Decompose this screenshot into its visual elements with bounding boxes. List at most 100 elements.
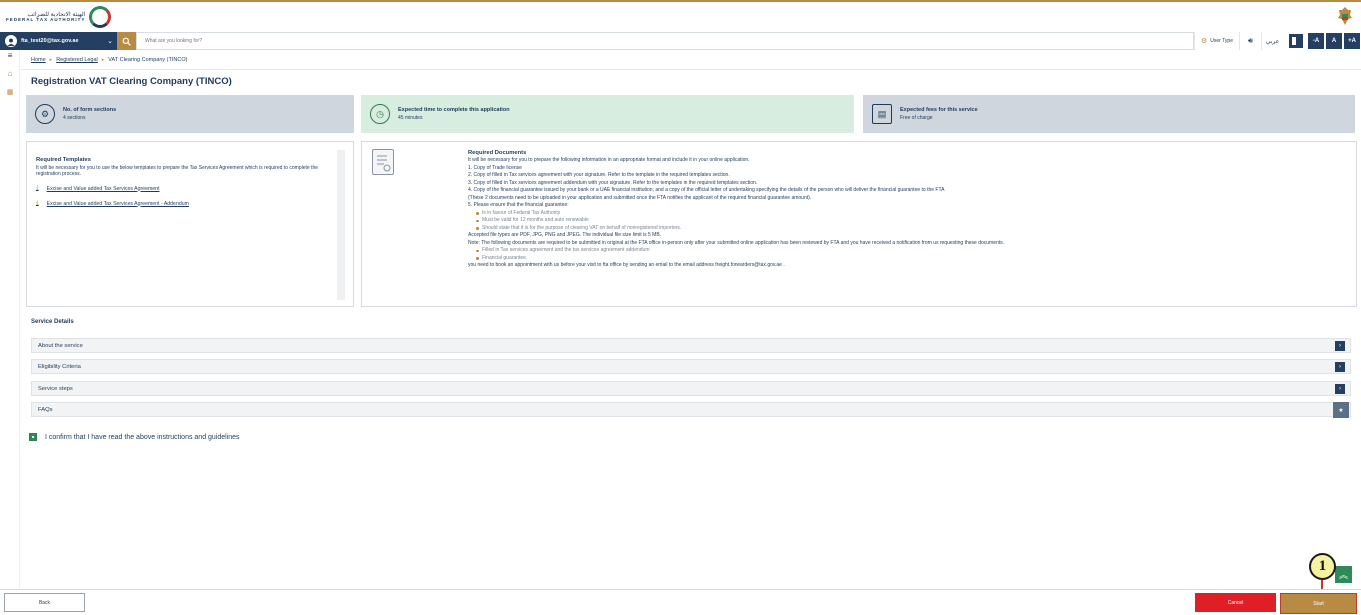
document-item: 3. Copy of filled in Tax services agreem…: [468, 179, 758, 186]
back-button[interactable]: Back: [4, 593, 85, 612]
breadcrumb: Home ▸ Registered Legal ▸ VAT Clearing C…: [31, 57, 187, 63]
header: الهيئة الاتحادية للضرائب FEDERAL TAX AUT…: [0, 2, 1361, 32]
confirm-checkbox-row[interactable]: I confirm that I have read the above ins…: [29, 433, 240, 441]
accordion-label: FAQs: [38, 406, 53, 413]
documents-content: Required Documents It will be necessary …: [468, 149, 1348, 270]
document-item: 2. Copy of filled in Tax services agreem…: [468, 172, 730, 178]
note-bullet: Financial guarantee.: [468, 255, 1348, 263]
home-icon[interactable]: ⌂: [0, 68, 20, 79]
chevron-right-icon[interactable]: ›: [1335, 341, 1345, 351]
required-templates-panel: Required Templates It will be necessary …: [26, 141, 354, 307]
start-button[interactable]: Start: [1280, 593, 1357, 614]
gear-icon: ⚙: [35, 104, 55, 124]
scrollbar[interactable]: [337, 150, 345, 300]
search-input[interactable]: [137, 38, 1194, 44]
file-types-note: Accepted file types are PDF, JPG, PNG an…: [468, 232, 662, 238]
info-card-sections: ⚙ No. of form sections 4 sections: [26, 95, 354, 133]
guarantee-bullet: Must be valid for 12 months and auto ren…: [468, 217, 1348, 225]
font-increase-button[interactable]: +A: [1344, 33, 1360, 49]
accordion-about-service[interactable]: About the service ›: [31, 338, 1351, 353]
info-card-value: Free of charge: [900, 115, 933, 121]
sidebar: ≡ ⌂ ▦: [0, 50, 20, 590]
search-button[interactable]: [117, 32, 136, 50]
user-avatar-icon: [5, 35, 17, 47]
chevron-right-icon[interactable]: ›: [1335, 384, 1345, 394]
accordion-service-steps[interactable]: Service steps ›: [31, 381, 1351, 396]
breadcrumb-registered-legal-link[interactable]: Registered Legal: [56, 57, 98, 63]
logo-english-text: FEDERAL TAX AUTHORITY: [6, 16, 86, 22]
breadcrumb-separator-icon: ▸: [49, 57, 53, 63]
template-link-label: Excise and Value added Tax Services Agre…: [46, 185, 160, 192]
template-link[interactable]: ⤓ Excise and Value added Tax Services Ag…: [36, 185, 336, 192]
appointment-note: you need to book an appointment with us …: [468, 262, 785, 268]
search-icon: [122, 37, 131, 46]
cancel-button[interactable]: Cancel: [1195, 593, 1276, 612]
accordion-label: About the service: [38, 342, 83, 349]
user-type-label: User Type: [1210, 38, 1233, 44]
note-bullet: Filled in Tax services agreement and the…: [468, 247, 1348, 255]
guarantee-bullet: Is in favour of Federal Tax Authority: [468, 210, 1348, 218]
double-chevron-up-icon: ︽: [1338, 570, 1348, 580]
accordion-eligibility-criteria[interactable]: Eligibility Criteria ›: [31, 359, 1351, 374]
guarantee-bullet: Should state that it is for the purpose …: [468, 225, 1348, 233]
accordion-label: Eligibility Criteria: [38, 363, 81, 370]
chevron-down-icon: ⌄: [107, 38, 113, 45]
download-icon: ⤓: [36, 185, 39, 191]
scroll-to-top-button[interactable]: ︽: [1335, 566, 1352, 583]
contrast-toggle-icon[interactable]: [1289, 34, 1303, 48]
uae-emblem-icon: [1338, 7, 1352, 25]
confirm-checkbox[interactable]: [29, 433, 37, 441]
info-card-fees: ▤ Expected fees for this service Free of…: [863, 95, 1355, 133]
templates-intro: It will be necessary for you to use the …: [36, 165, 318, 177]
user-email: fta_test20@tax.gov.ae: [21, 38, 79, 44]
language-toggle[interactable]: عربي: [1261, 32, 1283, 50]
fta-logo[interactable]: الهيئة الاتحادية للضرائب FEDERAL TAX AUT…: [6, 6, 112, 28]
document-item: 1. Copy of Trade license: [468, 164, 522, 171]
document-item: (These 2 documents need to be uploaded i…: [468, 194, 812, 201]
accordion-faqs[interactable]: FAQs ★: [31, 402, 1351, 418]
info-card-title: Expected time to complete this applicati…: [398, 107, 510, 113]
user-menu[interactable]: fta_test20@tax.gov.ae ⌄: [0, 32, 117, 50]
font-decrease-button[interactable]: -A: [1308, 33, 1324, 49]
required-documents-panel: Required Documents It will be necessary …: [361, 141, 1357, 307]
annotation-marker: 1: [1309, 553, 1336, 580]
template-link-label: Excise and Value added Tax Services Agre…: [46, 200, 189, 207]
user-type-icon: ⚙: [1201, 38, 1208, 45]
chevron-right-icon[interactable]: ›: [1335, 362, 1345, 372]
annotation-pointer: [1321, 580, 1323, 589]
search-box: [136, 32, 1195, 50]
footer-action-bar: Back Cancel Start: [0, 589, 1361, 615]
info-card-title: No. of form sections: [63, 107, 117, 113]
text-to-speech-button[interactable]: 🔊︎: [1239, 32, 1261, 50]
top-nav-bar: fta_test20@tax.gov.ae ⌄ ⚙ User Type 🔊︎ ع…: [0, 32, 1361, 50]
page-title: Registration VAT Clearing Company (TINCO…: [31, 76, 232, 87]
speaker-icon: 🔊︎: [1247, 36, 1254, 45]
star-icon[interactable]: ★: [1333, 402, 1349, 418]
breadcrumb-home-link[interactable]: Home: [31, 57, 46, 63]
breadcrumb-separator-icon: ▸: [101, 57, 105, 63]
stopwatch-icon: ◷: [370, 104, 390, 124]
user-type-selector[interactable]: ⚙ User Type: [1194, 32, 1239, 50]
nav-tools: ⚙ User Type 🔊︎ عربي -A A +A: [1194, 32, 1361, 50]
templates-heading: Required Templates: [36, 157, 91, 163]
original-documents-note: Note: The following documents are requir…: [468, 239, 1005, 246]
document-icon: [372, 149, 394, 175]
divider: [20, 69, 1361, 70]
info-card-value: 45 minutes: [398, 115, 423, 121]
service-details-title: Service Details: [31, 319, 74, 325]
download-icon: ⤓: [36, 200, 39, 206]
document-item: 5. Please ensure that the financial guar…: [468, 202, 569, 208]
invoice-icon: ▤: [872, 104, 892, 124]
font-reset-button[interactable]: A: [1326, 33, 1342, 49]
fta-logo-mark-icon: [89, 6, 112, 28]
menu-icon[interactable]: ≡: [0, 50, 20, 61]
breadcrumb-current: VAT Clearing Company (TINCO): [108, 57, 188, 63]
template-link[interactable]: ⤓ Excise and Value added Tax Services Ag…: [36, 200, 336, 207]
grid-icon[interactable]: ▦: [0, 86, 20, 97]
documents-heading: Required Documents: [468, 150, 527, 156]
documents-intro: It will be necessary for you to prepare …: [468, 157, 750, 163]
confirm-label: I confirm that I have read the above ins…: [45, 433, 240, 441]
accordion-label: Service steps: [38, 385, 73, 392]
info-card-title: Expected fees for this service: [900, 107, 978, 113]
info-card-value: 4 sections: [63, 115, 86, 121]
